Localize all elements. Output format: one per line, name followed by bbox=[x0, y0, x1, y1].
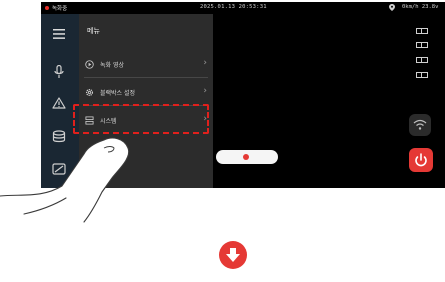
menu-item-blackbox-settings[interactable]: 블랙박스 설정 › bbox=[79, 82, 213, 104]
recording-label: 녹화중 bbox=[52, 6, 68, 12]
speed-voltage: 0km/h 23.8v bbox=[402, 4, 439, 10]
chevron-right-icon: › bbox=[203, 86, 207, 96]
record-toggle[interactable] bbox=[216, 150, 278, 164]
wifi-button[interactable] bbox=[409, 114, 431, 136]
microphone-icon[interactable] bbox=[54, 65, 64, 79]
view-mode-4-button[interactable] bbox=[416, 72, 428, 78]
menu-icon[interactable] bbox=[52, 28, 66, 40]
power-button[interactable] bbox=[409, 148, 433, 172]
view-mode-1-button[interactable] bbox=[416, 28, 428, 34]
status-bar: 녹화중 2025.01.13 20:53:31 0km/h 23.8v bbox=[41, 2, 445, 14]
menu-item-recorded-video[interactable]: 녹화 영상 › bbox=[79, 54, 213, 76]
warning-icon[interactable] bbox=[52, 97, 66, 109]
chevron-right-icon: › bbox=[203, 58, 207, 68]
view-mode-3-button[interactable] bbox=[416, 57, 428, 63]
datetime: 2025.01.13 20:53:31 bbox=[200, 4, 267, 10]
gear-icon bbox=[85, 88, 94, 97]
recording-indicator-icon bbox=[45, 6, 49, 10]
power-icon bbox=[415, 153, 427, 167]
view-mode-2-button[interactable] bbox=[416, 42, 428, 48]
menu-item-label: 블랙박스 설정 bbox=[100, 90, 136, 97]
wifi-icon bbox=[413, 119, 427, 130]
divider bbox=[84, 77, 208, 78]
play-circle-icon bbox=[85, 60, 94, 69]
pointing-hand-icon bbox=[0, 137, 130, 223]
gps-pin-icon bbox=[389, 4, 395, 11]
arrow-down-icon bbox=[219, 241, 247, 269]
record-dot-icon bbox=[243, 154, 249, 160]
menu-item-label: 녹화 영상 bbox=[100, 62, 124, 69]
menu-title: 메뉴 bbox=[87, 27, 100, 35]
